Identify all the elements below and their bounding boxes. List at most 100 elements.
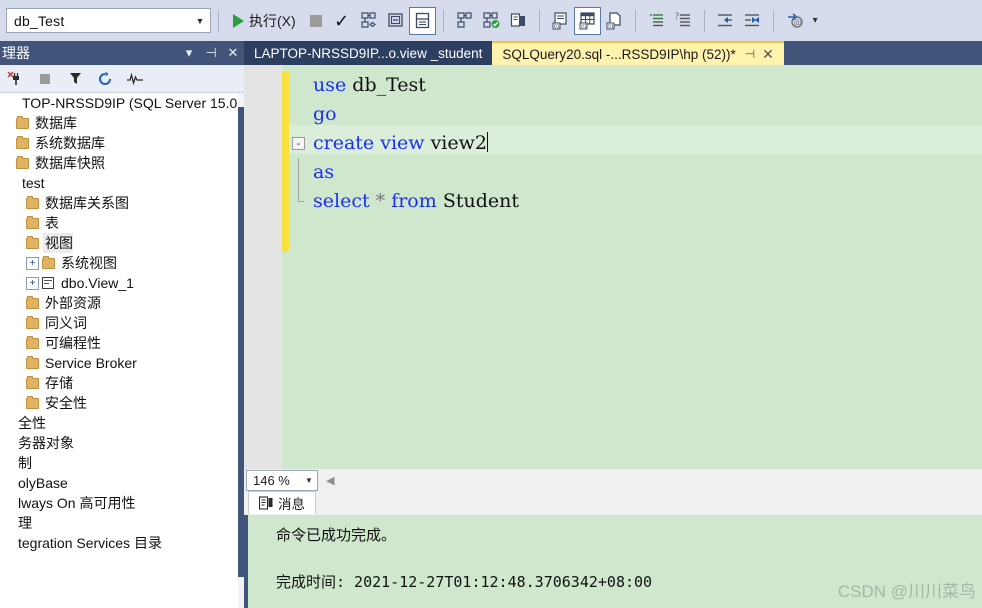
disconnect-button[interactable] (0, 70, 30, 87)
tree-node[interactable]: 同义词 (0, 313, 238, 333)
folder-icon (26, 335, 43, 349)
tree-node[interactable]: Service Broker (0, 353, 238, 373)
tree-node[interactable]: 存储 (0, 373, 238, 393)
tree-node[interactable]: + 系统视图 (0, 253, 238, 273)
close-icon[interactable]: ✕ (762, 46, 774, 63)
sql-editor[interactable]: use db_Test go - create view view2 as select … (244, 65, 982, 469)
object-explorer-panel: 理器 ▾ ⊣ ✕ TOP-NRSSD9IP (SQL Server 15.0..… (0, 41, 244, 608)
code-line[interactable]: go (289, 100, 982, 129)
tree-node[interactable]: 安全性 (0, 393, 238, 413)
tree-node[interactable]: 制 (0, 453, 238, 473)
tree-node[interactable]: 数据库快照 (0, 153, 238, 173)
results-pane-button[interactable] (408, 6, 436, 35)
parse-button[interactable]: ✓ (329, 7, 355, 35)
code-line[interactable]: use db_Test (289, 71, 982, 100)
tab-view-student[interactable]: LAPTOP-NRSSD9IP...o.view _student (244, 41, 493, 65)
filter-button[interactable] (60, 71, 90, 86)
chevron-down-icon[interactable]: ▾ (178, 45, 200, 61)
database-server-button[interactable] (505, 7, 532, 35)
tree-node[interactable]: 务器对象 (0, 433, 238, 453)
editor-code[interactable]: use db_Test go - create view view2 as select … (289, 65, 982, 469)
tree-node-label: 务器对象 (18, 435, 74, 451)
uncomment-button[interactable]: ? (670, 7, 697, 35)
tree-node[interactable]: 理 (0, 513, 238, 533)
chevron-down-icon[interactable]: ▼ (190, 9, 210, 32)
tree-node-label: 可编程性 (45, 335, 101, 351)
pin-icon[interactable]: ⊣ (200, 45, 222, 61)
query-options-button[interactable] (382, 7, 409, 35)
tree-node-label: test (22, 175, 45, 191)
scroll-left-arrow-icon[interactable]: ◀ (326, 474, 334, 487)
tree-node-label: Service Broker (45, 355, 137, 371)
tree-node[interactable]: 系统数据库 (0, 133, 238, 153)
expand-icon[interactable]: + (26, 276, 39, 290)
database-selector-value: db_Test (14, 12, 65, 29)
tree-node[interactable]: 外部资源 (0, 293, 238, 313)
code-token: create view (313, 132, 431, 154)
tree-node[interactable]: tegration Services 目录 (0, 533, 238, 553)
database-selector[interactable]: db_Test ▼ (6, 8, 211, 33)
tab-messages[interactable]: 消息 (248, 491, 316, 514)
refresh-icon (99, 71, 111, 85)
tree-node[interactable]: 视图 (0, 233, 238, 253)
results-to-file-button[interactable]: 01 (601, 7, 628, 35)
results-to-grid-icon: 01 (579, 12, 595, 30)
tree-node[interactable]: 数据库 (0, 113, 238, 133)
tree-node-label: 理 (18, 515, 32, 531)
tree-node[interactable]: 数据库关系图 (0, 193, 238, 213)
specify-values-button[interactable]: @ (781, 7, 809, 35)
pin-icon[interactable]: ⊣ (745, 47, 755, 61)
object-explorer-tree[interactable]: TOP-NRSSD9IP (SQL Server 15.0.. 数据库 系统数据库数… (0, 93, 238, 608)
code-line[interactable]: as (289, 158, 982, 187)
tree-node[interactable]: 全性 (0, 413, 238, 433)
include-live-stats-button[interactable] (478, 7, 505, 35)
tree-node[interactable]: lways On 高可用性 (0, 493, 238, 513)
svg-text:01: 01 (581, 24, 587, 30)
tree-node[interactable]: 可编程性 (0, 333, 238, 353)
comment-button[interactable] (643, 7, 670, 35)
folder-icon (26, 215, 43, 229)
code-token: Student (442, 190, 519, 212)
main-area: LAPTOP-NRSSD9IP...o.view _student SQLQue… (244, 41, 982, 608)
decrease-indent-button[interactable] (712, 7, 739, 35)
tab-label: SQLQuery20.sql -...RSSD9IP\hp (52))* (502, 46, 736, 62)
code-token: * (375, 190, 386, 212)
tree-node[interactable]: + dbo.View_1 (0, 273, 238, 293)
tree-node[interactable]: 表 (0, 213, 238, 233)
messages-icon (259, 496, 273, 510)
zoom-selector[interactable]: 146 % ▼ (246, 469, 318, 491)
results-to-text-button[interactable]: 01 (547, 7, 574, 35)
code-line[interactable]: select * from Student (289, 187, 982, 216)
increase-indent-button[interactable] (739, 7, 766, 35)
execute-button[interactable]: 执行(X) (226, 7, 303, 35)
collapse-icon[interactable]: - (292, 137, 305, 150)
watermark-text: CSDN @川川菜鸟 (837, 582, 976, 601)
tree-node[interactable]: TOP-NRSSD9IP (SQL Server 15.0.. (0, 93, 238, 113)
results-pane-icon (415, 12, 429, 29)
code-line[interactable]: - create view view2 (289, 129, 982, 158)
results-messages-pane[interactable]: 命令已成功完成。 完成时间: 2021-12-27T01:12:48.37063… (244, 515, 982, 608)
code-token: use (313, 74, 353, 96)
uncomment-icon: ? (675, 11, 690, 27)
display-estimated-plan-button[interactable] (355, 7, 382, 35)
increase-indent-icon (744, 14, 759, 27)
toolbar-separator (634, 9, 636, 32)
stop-button[interactable] (30, 73, 60, 84)
refresh-button[interactable] (90, 71, 120, 87)
tree-node[interactable]: olyBase (0, 473, 238, 493)
toolbar-overflow-button[interactable]: ▾ (813, 16, 818, 26)
activity-monitor-button[interactable] (120, 72, 150, 86)
tree-node-label: TOP-NRSSD9IP (SQL Server 15.0.. (22, 95, 238, 111)
tree-node[interactable]: test (0, 173, 238, 193)
include-actual-plan-button[interactable] (451, 7, 478, 35)
svg-text:@: @ (794, 18, 801, 27)
results-to-grid-button[interactable]: 01 (573, 6, 601, 35)
stop-button[interactable] (303, 7, 329, 35)
tab-sqlquery20[interactable]: SQLQuery20.sql -...RSSD9IP\hp (52))* ⊣ ✕ (492, 41, 784, 65)
expand-icon[interactable]: + (26, 256, 39, 270)
chevron-down-icon[interactable]: ▼ (301, 476, 317, 485)
include-live-stats-icon (483, 12, 500, 28)
close-icon[interactable]: ✕ (222, 45, 244, 61)
